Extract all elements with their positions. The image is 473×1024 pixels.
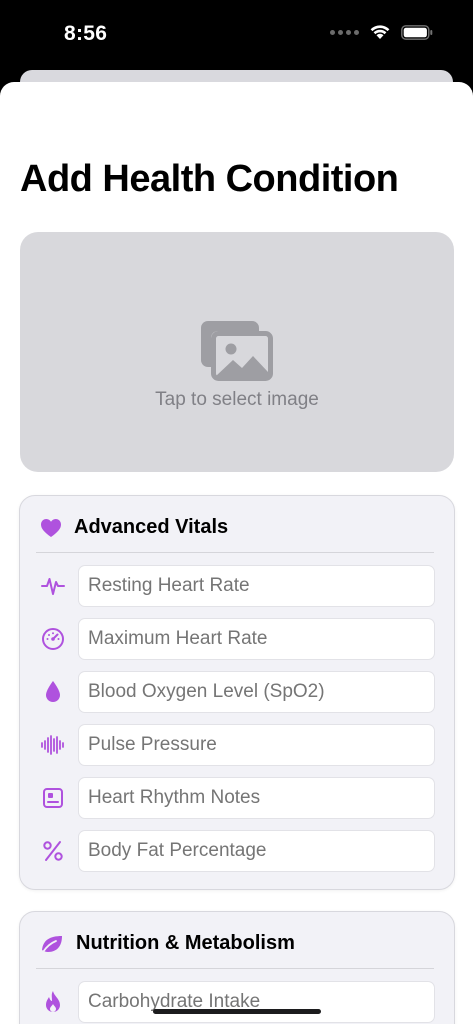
drop-icon xyxy=(40,680,66,704)
field-row-resting-heart-rate xyxy=(20,565,456,607)
percent-icon xyxy=(40,839,66,863)
field-row-maximum-heart-rate xyxy=(20,618,456,660)
nutrition-metabolism-section: Nutrition & Metabolism xyxy=(19,911,455,1024)
image-picker-hint: Tap to select image xyxy=(155,389,319,410)
heart-icon xyxy=(41,518,61,537)
home-indicator[interactable] xyxy=(153,1009,321,1014)
maximum-heart-rate-input[interactable] xyxy=(78,618,435,660)
section-title: Advanced Vitals xyxy=(74,516,229,538)
section-header: Nutrition & Metabolism xyxy=(40,932,295,955)
field-row-body-fat xyxy=(20,830,456,872)
leaf-icon xyxy=(42,935,62,953)
field-row-pulse-pressure xyxy=(20,724,456,766)
page-title: Add Health Condition xyxy=(20,158,399,200)
battery-icon xyxy=(401,24,433,40)
pulse-wave-icon xyxy=(40,733,66,757)
status-icons xyxy=(330,24,433,40)
wifi-icon xyxy=(370,25,390,39)
add-condition-sheet: Add Health Condition Tap to select image… xyxy=(0,82,473,1024)
photo-stack-icon xyxy=(201,321,273,381)
body-fat-input[interactable] xyxy=(78,830,435,872)
blood-oxygen-input[interactable] xyxy=(78,671,435,713)
field-row-heart-rhythm-notes xyxy=(20,777,456,819)
image-picker-button[interactable]: Tap to select image xyxy=(20,232,454,472)
section-divider xyxy=(36,968,434,969)
gauge-icon xyxy=(40,627,66,651)
notes-card-icon xyxy=(40,786,66,810)
section-divider xyxy=(36,552,434,553)
status-bar: 8:56 xyxy=(0,0,473,70)
advanced-vitals-section: Advanced Vitals xyxy=(19,495,455,890)
carbohydrate-intake-input[interactable] xyxy=(78,981,435,1023)
cellular-signal-icon xyxy=(330,29,359,35)
status-time: 8:56 xyxy=(64,22,108,45)
section-header: Advanced Vitals xyxy=(40,516,228,539)
pulse-pressure-input[interactable] xyxy=(78,724,435,766)
field-row-blood-oxygen xyxy=(20,671,456,713)
resting-heart-rate-input[interactable] xyxy=(78,565,435,607)
waveform-icon xyxy=(40,574,66,598)
field-row-carbohydrate-intake xyxy=(20,981,456,1023)
flame-icon xyxy=(40,990,66,1014)
heart-rhythm-notes-input[interactable] xyxy=(78,777,435,819)
section-title: Nutrition & Metabolism xyxy=(76,932,295,954)
